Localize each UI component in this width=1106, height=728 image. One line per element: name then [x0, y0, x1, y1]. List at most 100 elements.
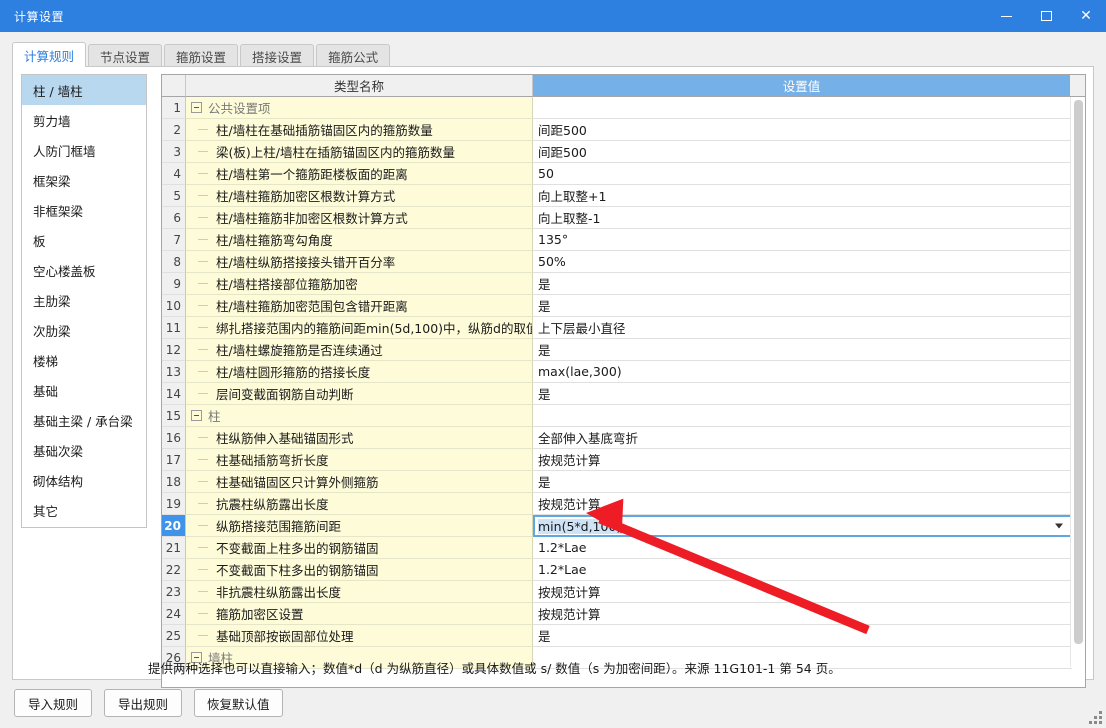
table-row[interactable]: 9 柱/墙柱搭接部位箍筋加密 是: [162, 273, 1085, 295]
row-number[interactable]: 8: [162, 251, 186, 273]
table-row[interactable]: 7 柱/墙柱箍筋弯勾角度 135°: [162, 229, 1085, 251]
tab-0[interactable]: 计算规则: [12, 42, 87, 67]
row-number[interactable]: 17: [162, 449, 186, 471]
row-setting-value-cell[interactable]: [533, 97, 1072, 119]
row-number[interactable]: 19: [162, 493, 186, 515]
row-setting-value-cell[interactable]: 50%: [533, 251, 1072, 273]
row-type-name-cell[interactable]: 柱/墙柱第一个箍筋距楼板面的距离: [186, 163, 533, 185]
grid-header-type-name[interactable]: 类型名称: [186, 75, 533, 97]
row-setting-value-cell[interactable]: 135°: [533, 229, 1072, 251]
row-number[interactable]: 16: [162, 427, 186, 449]
row-type-name-cell[interactable]: 非抗震柱纵筋露出长度: [186, 581, 533, 603]
row-type-name-cell[interactable]: 柱基础插筋弯折长度: [186, 449, 533, 471]
setting-value-combo[interactable]: min(5*d,100): [533, 515, 1072, 537]
sidebar-item-14[interactable]: 其它: [22, 495, 146, 525]
table-row[interactable]: 10 柱/墙柱箍筋加密范围包含错开距离 是: [162, 295, 1085, 317]
table-row[interactable]: 18 柱基础锚固区只计算外侧箍筋 是: [162, 471, 1085, 493]
sidebar-item-0[interactable]: 柱 / 墙柱: [22, 75, 146, 105]
row-setting-value-cell[interactable]: max(lae,300): [533, 361, 1072, 383]
table-row[interactable]: 3 梁(板)上柱/墙柱在插筋锚固区内的箍筋数量 间距500: [162, 141, 1085, 163]
grid-vertical-scrollbar[interactable]: [1070, 97, 1085, 667]
row-number[interactable]: 24: [162, 603, 186, 625]
row-setting-value-cell[interactable]: 间距500: [533, 119, 1072, 141]
row-type-name-cell[interactable]: 柱/墙柱在基础插筋锚固区内的箍筋数量: [186, 119, 533, 141]
row-type-name-cell[interactable]: 柱/墙柱搭接部位箍筋加密: [186, 273, 533, 295]
table-row[interactable]: 21 不变截面上柱多出的钢筋锚固 1.2*Lae: [162, 537, 1085, 559]
footer-button-0[interactable]: 导入规则: [14, 689, 92, 717]
row-type-name-cell[interactable]: 柱: [186, 405, 533, 427]
row-number[interactable]: 22: [162, 559, 186, 581]
row-type-name-cell[interactable]: 柱/墙柱箍筋弯勾角度: [186, 229, 533, 251]
table-row[interactable]: 12 柱/墙柱螺旋箍筋是否连续通过 是: [162, 339, 1085, 361]
row-type-name-cell[interactable]: 层间变截面钢筋自动判断: [186, 383, 533, 405]
maximize-button[interactable]: [1026, 0, 1066, 32]
table-row[interactable]: 14 层间变截面钢筋自动判断 是: [162, 383, 1085, 405]
row-type-name-cell[interactable]: 柱纵筋伸入基础锚固形式: [186, 427, 533, 449]
row-type-name-cell[interactable]: 梁(板)上柱/墙柱在插筋锚固区内的箍筋数量: [186, 141, 533, 163]
row-type-name-cell[interactable]: 抗震柱纵筋露出长度: [186, 493, 533, 515]
row-type-name-cell[interactable]: 柱/墙柱螺旋箍筋是否连续通过: [186, 339, 533, 361]
row-type-name-cell[interactable]: 纵筋搭接范围箍筋间距: [186, 515, 533, 537]
row-number[interactable]: 5: [162, 185, 186, 207]
row-type-name-cell[interactable]: 柱/墙柱箍筋加密区根数计算方式: [186, 185, 533, 207]
sidebar-item-10[interactable]: 基础: [22, 375, 146, 405]
sidebar-item-13[interactable]: 砌体结构: [22, 465, 146, 495]
row-setting-value-cell[interactable]: 是: [533, 383, 1072, 405]
table-row[interactable]: 17 柱基础插筋弯折长度 按规范计算: [162, 449, 1085, 471]
sidebar-item-6[interactable]: 空心楼盖板: [22, 255, 146, 285]
table-row[interactable]: 13 柱/墙柱圆形箍筋的搭接长度 max(lae,300): [162, 361, 1085, 383]
table-row[interactable]: 25 基础顶部按嵌固部位处理 是: [162, 625, 1085, 647]
row-number[interactable]: 21: [162, 537, 186, 559]
row-setting-value-cell[interactable]: 是: [533, 295, 1072, 317]
row-setting-value-cell[interactable]: 按规范计算: [533, 603, 1072, 625]
row-type-name-cell[interactable]: 基础顶部按嵌固部位处理: [186, 625, 533, 647]
row-number[interactable]: 20: [162, 515, 186, 537]
sidebar-item-2[interactable]: 人防门框墙: [22, 135, 146, 165]
row-number[interactable]: 10: [162, 295, 186, 317]
row-number[interactable]: 13: [162, 361, 186, 383]
row-type-name-cell[interactable]: 箍筋加密区设置: [186, 603, 533, 625]
row-setting-value-cell[interactable]: 50: [533, 163, 1072, 185]
table-row[interactable]: 24 箍筋加密区设置 按规范计算: [162, 603, 1085, 625]
sidebar-item-7[interactable]: 主肋梁: [22, 285, 146, 315]
collapse-expander-icon[interactable]: [191, 410, 202, 421]
table-row[interactable]: 2 柱/墙柱在基础插筋锚固区内的箍筋数量 间距500: [162, 119, 1085, 141]
table-row[interactable]: 11 绑扎搭接范围内的箍筋间距min(5d,100)中，纵筋d的取值 上下层最小直径: [162, 317, 1085, 339]
row-number[interactable]: 15: [162, 405, 186, 427]
sidebar-item-12[interactable]: 基础次梁: [22, 435, 146, 465]
category-sidebar[interactable]: 柱 / 墙柱 剪力墙 人防门框墙 框架梁 非框架梁板空心楼盖板 主肋梁 次肋梁 楼梯 基础 基础主…: [21, 74, 147, 528]
row-number[interactable]: 2: [162, 119, 186, 141]
row-setting-value-cell[interactable]: [533, 405, 1072, 427]
row-number[interactable]: 25: [162, 625, 186, 647]
row-number[interactable]: 12: [162, 339, 186, 361]
table-row[interactable]: 6 柱/墙柱箍筋非加密区根数计算方式 向上取整-1: [162, 207, 1085, 229]
row-setting-value-cell[interactable]: 是: [533, 339, 1072, 361]
row-type-name-cell[interactable]: 柱基础锚固区只计算外侧箍筋: [186, 471, 533, 493]
minimize-button[interactable]: [986, 0, 1026, 32]
collapse-expander-icon[interactable]: [191, 102, 202, 113]
footer-button-1[interactable]: 导出规则: [104, 689, 182, 717]
row-setting-value-cell[interactable]: 向上取整-1: [533, 207, 1072, 229]
row-type-name-cell[interactable]: 柱/墙柱圆形箍筋的搭接长度: [186, 361, 533, 383]
tab-2[interactable]: 箍筋设置: [164, 44, 239, 67]
resize-grip[interactable]: [1089, 711, 1102, 724]
row-setting-value-cell[interactable]: 向上取整+1: [533, 185, 1072, 207]
sidebar-item-9[interactable]: 楼梯: [22, 345, 146, 375]
row-type-name-cell[interactable]: 不变截面下柱多出的钢筋锚固: [186, 559, 533, 581]
row-setting-value-cell[interactable]: 是: [533, 625, 1072, 647]
row-type-name-cell[interactable]: 公共设置项: [186, 97, 533, 119]
row-number[interactable]: 23: [162, 581, 186, 603]
row-number[interactable]: 1: [162, 97, 186, 119]
row-number[interactable]: 18: [162, 471, 186, 493]
setting-value-input[interactable]: min(5*d,100): [538, 518, 622, 534]
grid-header-setting-value[interactable]: 设置值: [533, 75, 1070, 97]
close-button[interactable]: ✕: [1066, 0, 1106, 32]
row-setting-value-cell[interactable]: 是: [533, 471, 1072, 493]
table-row[interactable]: 4 柱/墙柱第一个箍筋距楼板面的距离 50: [162, 163, 1085, 185]
row-number[interactable]: 4: [162, 163, 186, 185]
row-number[interactable]: 3: [162, 141, 186, 163]
row-setting-value-cell[interactable]: 按规范计算: [533, 581, 1072, 603]
table-row[interactable]: 22 不变截面下柱多出的钢筋锚固 1.2*Lae: [162, 559, 1085, 581]
tab-3[interactable]: 搭接设置: [240, 44, 315, 67]
row-setting-value-cell[interactable]: 按规范计算: [533, 449, 1072, 471]
